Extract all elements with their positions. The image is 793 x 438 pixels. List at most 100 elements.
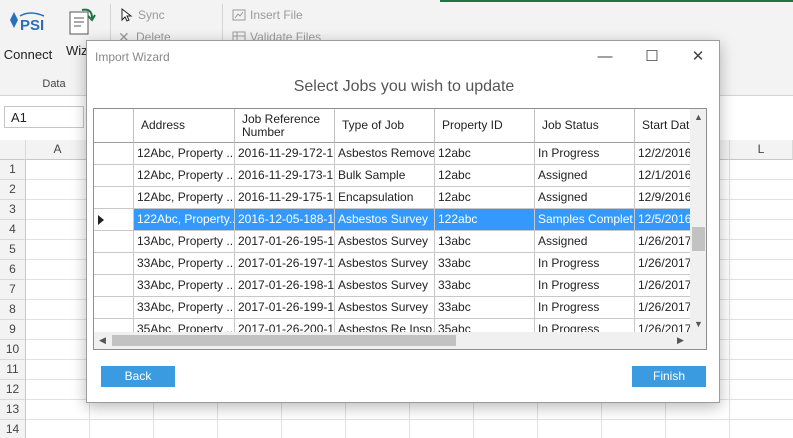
- finish-button[interactable]: Finish: [632, 366, 706, 387]
- cell-property-id: 33abc: [435, 297, 535, 319]
- column-header-type-of-job[interactable]: Type of Job: [335, 109, 435, 143]
- wizard-label: Wiz: [66, 43, 88, 58]
- row-selector[interactable]: [94, 143, 134, 165]
- column-header-a[interactable]: A: [26, 140, 90, 160]
- dialog-heading: Select Jobs you wish to update: [293, 78, 515, 95]
- row-selector[interactable]: [94, 275, 134, 297]
- cell-address: 33Abc, Property ...: [134, 253, 235, 275]
- cell-job-reference: 2017-01-26-199-1: [235, 297, 335, 319]
- row-selector[interactable]: [94, 297, 134, 319]
- cell-address: 13Abc, Property ...: [134, 231, 235, 253]
- scroll-up-icon[interactable]: ▲: [690, 112, 706, 122]
- cell-address: 122Abc, Property...: [134, 209, 235, 231]
- wizard-icon: [69, 8, 96, 35]
- cell-job-reference: 2016-11-29-175-1: [235, 187, 335, 209]
- cell-job-status: Assigned: [535, 231, 635, 253]
- cell-property-id: 13abc: [435, 231, 535, 253]
- row-header[interactable]: 9: [0, 320, 26, 340]
- sync-button[interactable]: Sync: [120, 8, 165, 22]
- cell-property-id: 33abc: [435, 253, 535, 275]
- row-selector[interactable]: [94, 253, 134, 275]
- row-selector[interactable]: [94, 187, 134, 209]
- insert-file-button[interactable]: Insert File: [232, 8, 303, 22]
- row-header[interactable]: 13: [0, 400, 26, 420]
- vertical-scrollbar[interactable]: ▲ ▼: [690, 109, 706, 332]
- maximize-button[interactable]: ☐: [638, 47, 666, 67]
- select-all-corner[interactable]: [0, 140, 26, 160]
- cell-job-reference: 2016-12-05-188-1: [235, 209, 335, 231]
- cell-property-id: 12abc: [435, 165, 535, 187]
- close-button[interactable]: ✕: [684, 47, 712, 67]
- row-header[interactable]: 7: [0, 280, 26, 300]
- cell-type-of-job: Asbestos Survey: [335, 275, 435, 297]
- column-header-property-id[interactable]: Property ID: [435, 109, 535, 143]
- cell-job-status: In Progress: [535, 275, 635, 297]
- scroll-down-icon[interactable]: ▼: [690, 319, 706, 329]
- vertical-scroll-thumb[interactable]: [692, 227, 705, 251]
- back-button[interactable]: Back: [101, 366, 175, 387]
- insert-file-label: Insert File: [250, 8, 303, 22]
- cell-job-status: In Progress: [535, 297, 635, 319]
- cell-type-of-job: Asbestos Survey: [335, 231, 435, 253]
- cell-type-of-job: Bulk Sample: [335, 165, 435, 187]
- psi-logo-icon: PSI: [10, 12, 45, 34]
- cell-address: 12Abc, Property ...: [134, 143, 235, 165]
- row-selector[interactable]: [94, 165, 134, 187]
- cell-job-status: Samples Complet...: [535, 209, 635, 231]
- scrollbar-corner: [690, 332, 706, 349]
- title-accent-line: [440, 0, 793, 2]
- cell-job-status: Assigned: [535, 187, 635, 209]
- scroll-left-icon[interactable]: ◀: [94, 335, 111, 346]
- horizontal-scroll-thumb[interactable]: [112, 335, 456, 346]
- row-header[interactable]: 11: [0, 360, 26, 380]
- row-selector[interactable]: [94, 231, 134, 253]
- cell-type-of-job: Asbestos Survey: [335, 253, 435, 275]
- minimize-button[interactable]: —: [591, 47, 619, 67]
- cell-address: 33Abc, Property ...: [134, 275, 235, 297]
- jobs-grid[interactable]: Address Job Reference Number Type of Job…: [93, 108, 707, 350]
- cell-job-reference: 2016-11-29-173-1: [235, 165, 335, 187]
- column-header-address[interactable]: Address: [134, 109, 235, 143]
- row-header[interactable]: 12: [0, 380, 26, 400]
- row-header[interactable]: 4: [0, 220, 26, 240]
- dialog-title: Import Wizard: [95, 50, 170, 64]
- horizontal-scrollbar[interactable]: ◀ ▶: [94, 332, 690, 349]
- cell-type-of-job: Asbestos Survey: [335, 209, 435, 231]
- cell-address: 12Abc, Property ...: [134, 187, 235, 209]
- cell-job-reference: 2017-01-26-195-1: [235, 231, 335, 253]
- row-header[interactable]: 8: [0, 300, 26, 320]
- cell-property-id: 33abc: [435, 275, 535, 297]
- gridline: [26, 419, 793, 420]
- row-header[interactable]: 2: [0, 180, 26, 200]
- row-header[interactable]: 3: [0, 200, 26, 220]
- current-row-arrow-icon: [98, 215, 104, 225]
- row-header[interactable]: 1: [0, 160, 26, 180]
- cell-address: 12Abc, Property ...: [134, 165, 235, 187]
- column-header-job-status[interactable]: Job Status: [535, 109, 635, 143]
- row-header[interactable]: 14: [0, 420, 26, 438]
- cursor-icon: [121, 8, 133, 22]
- header-corner[interactable]: [94, 109, 134, 143]
- row-header[interactable]: 5: [0, 240, 26, 260]
- name-box[interactable]: A1: [4, 106, 84, 128]
- cell-job-reference: 2017-01-26-197-1: [235, 253, 335, 275]
- row-selector[interactable]: [94, 209, 134, 231]
- column-header-job-reference[interactable]: Job Reference Number: [235, 109, 335, 143]
- row-header[interactable]: 10: [0, 340, 26, 360]
- import-wizard-dialog: Import Wizard — ☐ ✕ Select Jobs you wish…: [86, 40, 720, 403]
- row-header[interactable]: 6: [0, 260, 26, 280]
- cell-job-status: Assigned: [535, 165, 635, 187]
- cell-property-id: 12abc: [435, 187, 535, 209]
- cell-job-reference: 2016-11-29-172-1: [235, 143, 335, 165]
- cell-type-of-job: Asbestos Survey: [335, 297, 435, 319]
- cell-job-status: In Progress: [535, 143, 635, 165]
- insert-file-icon: [232, 9, 246, 21]
- cell-address: 33Abc, Property ...: [134, 297, 235, 319]
- cell-property-id: 122abc: [435, 209, 535, 231]
- connect-button[interactable]: PSI Connect: [0, 4, 56, 64]
- column-header-l[interactable]: L: [730, 140, 793, 160]
- cell-type-of-job: Encapsulation: [335, 187, 435, 209]
- sync-label: Sync: [138, 8, 165, 22]
- scroll-right-icon[interactable]: ▶: [672, 335, 689, 346]
- svg-text:PSI: PSI: [20, 17, 44, 34]
